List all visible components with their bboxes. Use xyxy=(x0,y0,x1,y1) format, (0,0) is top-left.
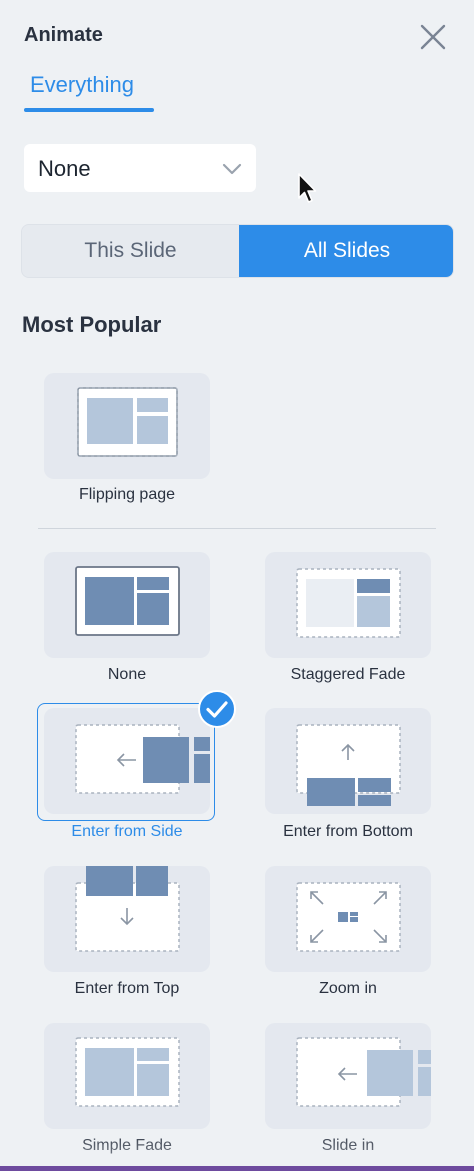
zoom-in-thumbnail xyxy=(296,882,401,952)
slide-scope-toggle: This Slide All Slides xyxy=(21,224,454,278)
window-bottom-edge xyxy=(0,1166,474,1171)
all-slides-option[interactable]: All Slides xyxy=(239,225,453,277)
animation-label: Enter from Bottom xyxy=(283,823,413,840)
animation-card-enter-from-bottom[interactable] xyxy=(265,708,431,814)
animation-card-simple-fade[interactable] xyxy=(44,1023,210,1129)
animation-card-none[interactable] xyxy=(44,552,210,658)
animation-card-enter-from-side[interactable] xyxy=(44,708,210,814)
slide-in-thumbnail xyxy=(296,1037,431,1107)
animation-label: Staggered Fade xyxy=(290,666,406,683)
none-thumbnail xyxy=(75,566,180,636)
animation-label: Simple Fade xyxy=(82,1137,172,1154)
dropdown-value: None xyxy=(38,156,91,181)
animation-label: Slide in xyxy=(321,1137,375,1154)
animation-card-flipping-page[interactable] xyxy=(44,373,210,479)
animation-card-staggered-fade[interactable] xyxy=(265,552,431,658)
section-divider xyxy=(38,528,436,529)
staggered-fade-thumbnail xyxy=(296,568,401,638)
flipping-page-thumbnail xyxy=(77,387,178,457)
animation-card-enter-from-top[interactable] xyxy=(44,866,210,972)
mouse-cursor-icon xyxy=(298,173,317,203)
enter-from-bottom-thumbnail xyxy=(296,724,401,806)
animation-label: Enter from Top xyxy=(74,980,180,997)
active-tab-indicator xyxy=(24,108,154,112)
enter-from-side-thumbnail xyxy=(75,724,210,794)
tab-everything-label: Everything xyxy=(30,72,134,97)
animation-label: Flipping page xyxy=(78,486,176,503)
animate-panel: Animate Everything None This Slide All S… xyxy=(0,0,474,1171)
animation-card-zoom-in[interactable] xyxy=(265,866,431,972)
tab-everything[interactable]: Everything xyxy=(24,72,156,112)
enter-from-top-thumbnail xyxy=(75,866,180,952)
simple-fade-thumbnail xyxy=(75,1037,180,1107)
section-title: Most Popular xyxy=(22,312,162,337)
close-button[interactable] xyxy=(418,22,448,52)
animation-label: Zoom in xyxy=(319,980,377,997)
animation-card-slide-in[interactable] xyxy=(265,1023,431,1129)
chevron-down-icon xyxy=(222,163,242,175)
animation-label: Enter from Side xyxy=(71,823,183,840)
animation-label: None xyxy=(107,666,147,683)
panel-title: Animate xyxy=(24,24,103,46)
this-slide-option[interactable]: This Slide xyxy=(22,225,239,277)
animation-filter-dropdown[interactable]: None xyxy=(24,144,256,192)
close-icon xyxy=(420,24,446,50)
selected-check-icon xyxy=(198,690,236,728)
